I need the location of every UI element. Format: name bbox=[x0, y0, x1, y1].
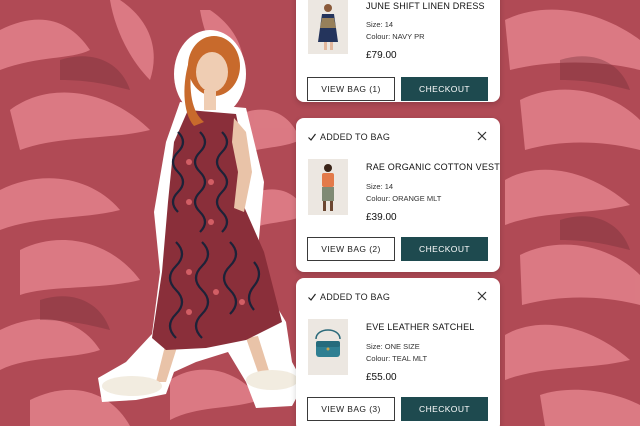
product-thumbnail bbox=[308, 159, 348, 215]
checkmark-icon bbox=[307, 292, 317, 302]
product-name: EVE LEATHER SATCHEL bbox=[366, 322, 475, 332]
model-photo bbox=[98, 30, 304, 408]
product-name: RAE ORGANIC COTTON VEST bbox=[366, 162, 500, 172]
added-to-bag-label: ADDED TO BAG bbox=[320, 132, 391, 142]
product-price: £39.00 bbox=[366, 212, 397, 223]
checkout-button[interactable]: CHECKOUT bbox=[401, 77, 488, 101]
view-bag-button[interactable]: VIEW BAG (2) bbox=[307, 237, 395, 261]
added-to-bag-label: ADDED TO BAG bbox=[320, 292, 391, 302]
product-thumbnail bbox=[308, 0, 348, 54]
product-colour: Colour: TEAL MLT bbox=[366, 354, 428, 363]
product-size: Size: 14 bbox=[366, 182, 394, 191]
view-bag-button[interactable]: VIEW BAG (3) bbox=[307, 397, 395, 421]
bag-notification-card-3: ADDED TO BAG EVE LEATHER SATCHEL Size: O… bbox=[296, 278, 500, 426]
view-bag-button[interactable]: VIEW BAG (1) bbox=[307, 77, 395, 101]
product-price: £55.00 bbox=[366, 372, 397, 383]
bag-notification-card-1: JUNE SHIFT LINEN DRESS Size: 14 Colour: … bbox=[296, 0, 500, 102]
product-colour: Colour: ORANGE MLT bbox=[366, 194, 442, 203]
checkout-button[interactable]: CHECKOUT bbox=[401, 397, 488, 421]
checkmark-icon bbox=[307, 132, 317, 142]
product-name: JUNE SHIFT LINEN DRESS bbox=[366, 1, 485, 11]
product-size: Size: ONE SIZE bbox=[366, 342, 420, 351]
checkout-button[interactable]: CHECKOUT bbox=[401, 237, 488, 261]
product-thumbnail bbox=[308, 319, 348, 375]
product-size: Size: 14 bbox=[366, 20, 394, 29]
product-price: £79.00 bbox=[366, 50, 397, 61]
close-icon[interactable] bbox=[476, 290, 488, 302]
close-icon[interactable] bbox=[476, 130, 488, 142]
product-colour: Colour: NAVY PR bbox=[366, 32, 425, 41]
bag-notification-card-2: ADDED TO BAG RAE ORGANIC COTTON VEST Siz… bbox=[296, 118, 500, 272]
